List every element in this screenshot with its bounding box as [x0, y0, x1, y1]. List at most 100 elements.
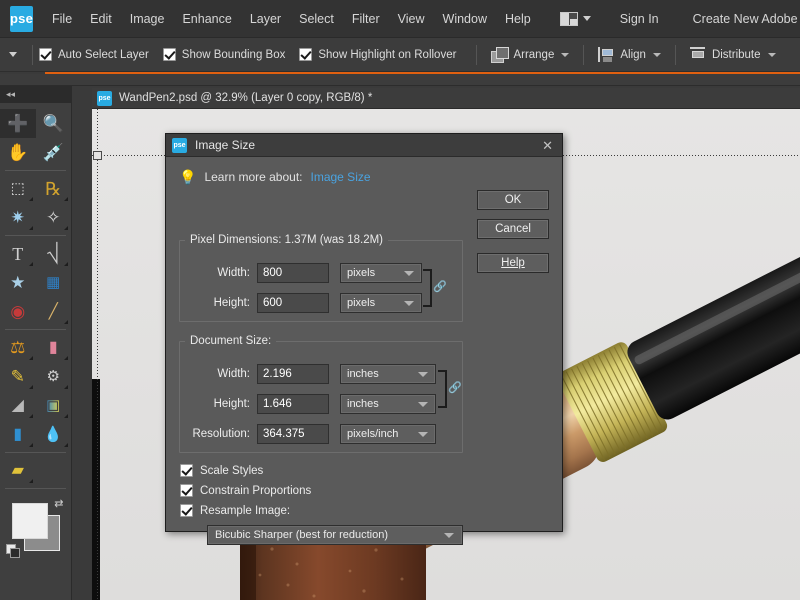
menu-help[interactable]: Help: [496, 0, 540, 38]
eyedropper-tool[interactable]: 💉: [36, 138, 72, 167]
clone-stamp-tool[interactable]: ⚖: [0, 333, 36, 362]
options-separator-3: [675, 45, 676, 65]
close-icon[interactable]: ✕: [533, 139, 562, 152]
checkbox-box[interactable]: [39, 48, 52, 61]
dialog-title-bar[interactable]: pse Image Size ✕: [166, 134, 562, 157]
create-adobe-id-link[interactable]: Create New Adobe ID: [684, 0, 800, 38]
star-icon: ★: [10, 274, 25, 291]
menu-window[interactable]: Window: [434, 0, 496, 38]
tool-row: ◢ ▣: [0, 391, 71, 420]
magnifier-icon: 🔍: [43, 115, 64, 132]
doc-height-unit-select[interactable]: inches: [340, 394, 436, 414]
ok-button[interactable]: OK: [477, 190, 549, 210]
pixel-height-unit-select[interactable]: pixels: [340, 293, 422, 313]
resample-method-select[interactable]: Bicubic Sharper (best for reduction): [207, 525, 463, 545]
quick-selection-icon: ✧: [46, 209, 60, 226]
checkbox-box[interactable]: [180, 484, 193, 497]
show-bounding-box-checkbox[interactable]: Show Bounding Box: [163, 48, 286, 61]
pencil-tool[interactable]: ✎: [0, 362, 36, 391]
blur-tool[interactable]: 💧: [36, 420, 72, 449]
default-colors-icon[interactable]: [6, 544, 19, 557]
straighten-tool[interactable]: ▦: [36, 268, 72, 297]
options-bar-underlay: [0, 74, 800, 86]
cancel-button[interactable]: Cancel: [477, 219, 549, 239]
checkbox-box[interactable]: [299, 48, 312, 61]
menu-bar: pse File Edit Image Enhance Layer Select…: [0, 0, 800, 38]
resample-image-checkbox[interactable]: Resample Image:: [180, 504, 290, 517]
distribute-button[interactable]: Distribute: [690, 47, 776, 62]
lasso-icon: ℞: [45, 180, 61, 198]
menu-select[interactable]: Select: [290, 0, 343, 38]
doc-chain-link-icon: 🔗: [448, 383, 462, 394]
checkbox-box[interactable]: [180, 464, 193, 477]
arrange-label: Arrange: [513, 49, 554, 61]
menu-edit[interactable]: Edit: [81, 0, 121, 38]
scale-styles-checkbox[interactable]: Scale Styles: [180, 464, 263, 477]
selection-handle[interactable]: [93, 151, 102, 160]
gradient-tool[interactable]: ▣: [36, 391, 72, 420]
show-highlight-on-rollover-checkbox[interactable]: Show Highlight on Rollover: [299, 48, 456, 61]
doc-width-unit-select[interactable]: inches: [340, 364, 436, 384]
sponge-tool[interactable]: ▰: [0, 456, 36, 485]
doc-resolution-label: Resolution:: [188, 428, 250, 440]
pixel-height-input[interactable]: 600: [257, 293, 329, 313]
tool-row: ✷ ✧: [0, 203, 71, 232]
arrange-button[interactable]: Arrange: [491, 47, 569, 62]
swap-colors-icon[interactable]: ⇄: [54, 497, 63, 510]
lasso-tool[interactable]: ℞: [36, 174, 72, 203]
smart-brush-tool[interactable]: ⚙: [36, 362, 72, 391]
document-title[interactable]: WandPen2.psd @ 32.9% (Layer 0 copy, RGB/…: [119, 92, 372, 104]
hand-tool[interactable]: ✋: [0, 138, 36, 167]
checkbox-box[interactable]: [163, 48, 176, 61]
doc-width-input[interactable]: 2.196: [257, 364, 329, 384]
menu-layer[interactable]: Layer: [241, 0, 290, 38]
options-bar-collapse-button[interactable]: [0, 38, 26, 72]
zoom-tool[interactable]: 🔍: [36, 109, 72, 138]
pixel-constrain-bracket: [423, 269, 432, 307]
tools-panel-collapse-handle[interactable]: ◂◂: [0, 86, 71, 103]
red-eye-removal-tool[interactable]: ◉: [0, 297, 36, 326]
align-button[interactable]: Align: [598, 47, 661, 62]
image-size-help-link[interactable]: Image Size: [311, 170, 371, 184]
menu-view[interactable]: View: [389, 0, 434, 38]
pixel-width-unit-select[interactable]: pixels: [340, 263, 422, 283]
move-tool[interactable]: ➕: [0, 109, 36, 138]
arrange-icon: [491, 47, 508, 62]
crop-tool[interactable]: ⎷: [36, 239, 72, 268]
menu-image[interactable]: Image: [121, 0, 174, 38]
pixel-width-label: Width:: [202, 267, 250, 279]
doc-resolution-input[interactable]: 364.375: [257, 424, 329, 444]
eraser-icon: ▮: [49, 340, 58, 356]
cookie-cutter-tool[interactable]: ★: [0, 268, 36, 297]
lightbulb-icon: 💡: [179, 170, 196, 184]
tool-empty-slot: [36, 456, 72, 485]
doc-resolution-unit-select[interactable]: pixels/inch: [340, 424, 436, 444]
checkbox-box[interactable]: [180, 504, 193, 517]
menu-filter[interactable]: Filter: [343, 0, 389, 38]
quick-selection-tool[interactable]: ✧: [36, 203, 72, 232]
magic-wand-tool[interactable]: ✷: [0, 203, 36, 232]
eraser-tool[interactable]: ▮: [36, 333, 72, 362]
paint-bucket-tool[interactable]: ◢: [0, 391, 36, 420]
healing-brush-tool[interactable]: ╱: [36, 297, 72, 326]
type-tool[interactable]: T: [0, 239, 36, 268]
layout-grid-icon: [560, 12, 578, 26]
foreground-color-swatch[interactable]: [12, 503, 48, 539]
shape-tool[interactable]: ▮: [0, 420, 36, 449]
menu-file[interactable]: File: [43, 0, 81, 38]
auto-select-layer-checkbox[interactable]: Auto Select Layer: [39, 48, 149, 61]
chevron-down-icon: [444, 533, 454, 538]
marquee-tool[interactable]: ⬚: [0, 174, 36, 203]
sign-in-button[interactable]: Sign In: [611, 0, 668, 38]
tools-divider: [5, 329, 66, 330]
doc-height-input[interactable]: 1.646: [257, 394, 329, 414]
tool-row: ⬚ ℞: [0, 174, 71, 203]
tool-row: ✎ ⚙: [0, 362, 71, 391]
layout-switcher-button[interactable]: [556, 0, 595, 38]
pixel-width-input[interactable]: 800: [257, 263, 329, 283]
hand-icon: ✋: [7, 144, 28, 161]
menu-enhance[interactable]: Enhance: [173, 0, 240, 38]
help-button[interactable]: Help: [477, 253, 549, 273]
constrain-proportions-checkbox[interactable]: Constrain Proportions: [180, 484, 311, 497]
color-swatches[interactable]: ⇄: [6, 497, 66, 557]
